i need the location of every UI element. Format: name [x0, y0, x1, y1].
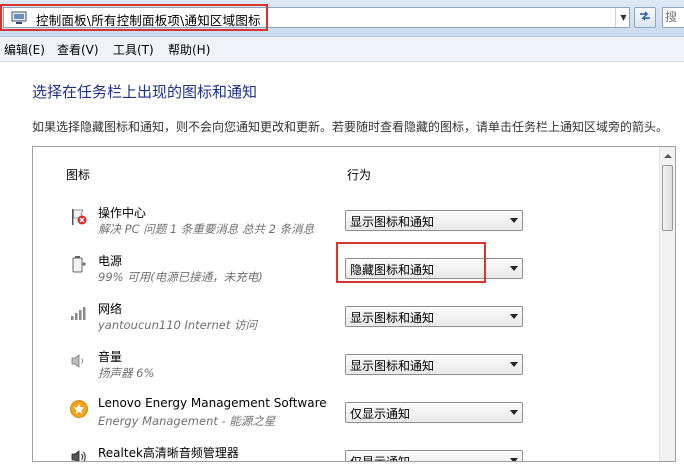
- behavior-value: 仅显示通知: [350, 407, 411, 421]
- action-center-flag-icon: [69, 207, 89, 227]
- item-detail: Energy Management - 能源之星: [98, 414, 276, 428]
- dropdown-arrow-icon: [510, 410, 518, 415]
- list-item: 网络 yantoucun110 Internet 访问 显示图标和通知: [33, 295, 653, 343]
- address-dropdown-button[interactable]: ▼: [615, 8, 631, 27]
- behavior-dropdown[interactable]: 显示图标和通知: [345, 210, 523, 231]
- menu-edit[interactable]: 编辑(E): [4, 41, 45, 58]
- list-item: 电源 99% 可用(电源已接通，未充电) 隐藏图标和通知: [33, 242, 653, 295]
- item-detail: 扬声器 6%: [98, 366, 155, 380]
- column-header-icon: 图标: [66, 168, 91, 182]
- dropdown-arrow-icon: [510, 458, 518, 461]
- behavior-dropdown[interactable]: 仅显示通知: [345, 402, 523, 423]
- dropdown-arrow-icon: [510, 362, 518, 367]
- behavior-dropdown[interactable]: 仅显示通知: [345, 450, 523, 462]
- list-item: Lenovo Energy Management Software Energy…: [33, 391, 653, 439]
- behavior-dropdown[interactable]: 显示图标和通知: [345, 354, 523, 375]
- behavior-value: 显示图标和通知: [350, 215, 435, 229]
- scrollbar-thumb[interactable]: [662, 165, 673, 231]
- behavior-value: 仅显示通知: [350, 455, 411, 462]
- item-name: Lenovo Energy Management Software: [98, 396, 327, 410]
- item-name: 音量: [98, 350, 123, 364]
- search-input[interactable]: 搜: [662, 7, 684, 28]
- list-item: 操作中心 解决 PC 问题 1 条重要消息 总共 2 条消息 显示图标和通知: [33, 199, 653, 247]
- behavior-value: 显示图标和通知: [350, 359, 435, 373]
- column-header-behavior: 行为: [347, 168, 372, 182]
- scroll-up-button[interactable]: [661, 148, 675, 164]
- menu-tools[interactable]: 工具(T): [113, 41, 154, 58]
- page-title: 选择在任务栏上出现的图标和通知: [32, 83, 258, 101]
- item-name: 网络: [98, 302, 123, 316]
- menu-help[interactable]: 帮助(H): [168, 41, 210, 58]
- item-detail: 解决 PC 问题 1 条重要消息 总共 2 条消息: [98, 222, 315, 236]
- lenovo-star-icon: [69, 399, 89, 419]
- chevron-up-icon: [664, 154, 672, 158]
- list-item: 音量 扬声器 6% 显示图标和通知: [33, 343, 653, 391]
- refresh-icon: [638, 10, 652, 25]
- dropdown-highlight-box: [336, 242, 486, 283]
- item-name: 操作中心: [98, 206, 147, 220]
- item-name: 电源: [98, 254, 123, 268]
- behavior-value: 显示图标和通知: [350, 311, 435, 325]
- behavior-dropdown[interactable]: 显示图标和通知: [345, 306, 523, 327]
- power-plug-icon: [69, 255, 89, 275]
- notification-icons-list: 图标 行为 操作中心 解决 PC 问题 1 条重要消息 总共 2 条消息 显示图…: [32, 146, 676, 462]
- address-highlight-box: [0, 4, 268, 31]
- refresh-button[interactable]: [634, 7, 656, 28]
- menu-bar: 编辑(E) 查看(V) 工具(T) 帮助(H): [0, 37, 684, 62]
- realtek-speaker-icon: [69, 447, 89, 461]
- item-name: Realtek高清晰音频管理器: [98, 446, 239, 460]
- address-toolbar: 控制面板\所有控制面板项\通知区域图标 ▼ 搜: [0, 0, 684, 37]
- vertical-scrollbar[interactable]: [659, 147, 675, 461]
- dropdown-arrow-icon: [510, 218, 518, 223]
- item-detail: 99% 可用(电源已接通，未充电): [98, 270, 263, 284]
- network-signal-icon: [69, 303, 89, 323]
- dropdown-arrow-icon: [510, 314, 518, 319]
- item-detail: yantoucun110 Internet 访问: [98, 318, 258, 332]
- page-description: 如果选择隐藏图标和通知，则不会向您通知更改和更新。若要随时查看隐藏的图标，请单击…: [32, 120, 669, 134]
- menu-view[interactable]: 查看(V): [57, 41, 99, 58]
- list-item: Realtek高清晰音频管理器 仅显示通知: [33, 439, 653, 462]
- dropdown-arrow-icon: [510, 266, 518, 271]
- speaker-volume-icon: [69, 351, 89, 371]
